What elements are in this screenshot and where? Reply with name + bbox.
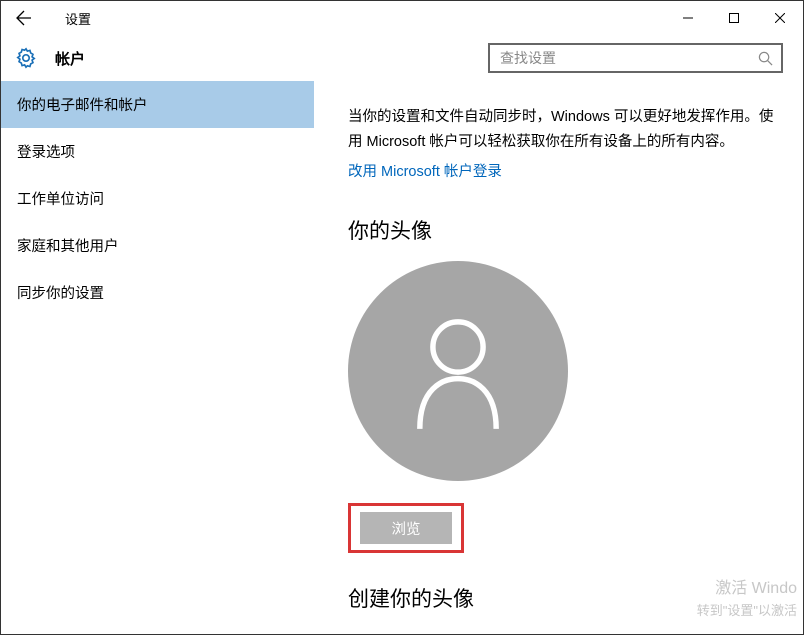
switch-ms-account-link[interactable]: 改用 Microsoft 帐户登录 bbox=[348, 160, 502, 181]
sidebar-item-work-access[interactable]: 工作单位访问 bbox=[1, 175, 314, 222]
close-button[interactable] bbox=[757, 1, 803, 35]
maximize-button[interactable] bbox=[711, 1, 757, 35]
content-area: 你的电子邮件和帐户 登录选项 工作单位访问 家庭和其他用户 同步你的设置 当你的… bbox=[1, 81, 803, 634]
page-title: 帐户 bbox=[55, 48, 85, 69]
sidebar-item-sync-settings[interactable]: 同步你的设置 bbox=[1, 269, 314, 316]
browse-button[interactable]: 浏览 bbox=[360, 512, 452, 544]
sidebar-item-email-accounts[interactable]: 你的电子邮件和帐户 bbox=[1, 81, 314, 128]
sidebar-item-label: 家庭和其他用户 bbox=[17, 235, 119, 256]
titlebar: 设置 bbox=[1, 1, 803, 35]
gear-icon bbox=[15, 47, 37, 69]
sidebar-item-label: 工作单位访问 bbox=[17, 188, 104, 209]
back-button[interactable] bbox=[1, 1, 47, 35]
avatar-heading: 你的头像 bbox=[348, 215, 781, 245]
main-panel: 当你的设置和文件自动同步时，Windows 可以更好地发挥作用。使用 Micro… bbox=[314, 81, 803, 634]
sidebar-item-label: 登录选项 bbox=[17, 141, 75, 162]
window-title: 设置 bbox=[65, 9, 91, 28]
search-input[interactable]: 查找设置 bbox=[488, 43, 783, 73]
minimize-button[interactable] bbox=[665, 1, 711, 35]
person-icon bbox=[403, 311, 513, 431]
search-icon bbox=[758, 51, 773, 66]
header: 帐户 查找设置 bbox=[1, 35, 803, 81]
close-icon bbox=[775, 13, 785, 23]
maximize-icon bbox=[729, 13, 739, 23]
search-placeholder: 查找设置 bbox=[500, 48, 758, 68]
browse-highlight-box: 浏览 bbox=[348, 503, 464, 553]
sidebar-item-label: 你的电子邮件和帐户 bbox=[17, 94, 148, 115]
sidebar: 你的电子邮件和帐户 登录选项 工作单位访问 家庭和其他用户 同步你的设置 bbox=[1, 81, 314, 634]
sidebar-item-family-users[interactable]: 家庭和其他用户 bbox=[1, 222, 314, 269]
description-text: 当你的设置和文件自动同步时，Windows 可以更好地发挥作用。使用 Micro… bbox=[348, 105, 781, 154]
window-controls bbox=[665, 1, 803, 35]
back-arrow-icon bbox=[16, 10, 32, 26]
create-avatar-heading: 创建你的头像 bbox=[348, 583, 781, 613]
sidebar-item-signin-options[interactable]: 登录选项 bbox=[1, 128, 314, 175]
browse-button-label: 浏览 bbox=[392, 518, 421, 539]
minimize-icon bbox=[683, 13, 693, 23]
avatar-placeholder bbox=[348, 261, 568, 481]
sidebar-item-label: 同步你的设置 bbox=[17, 282, 104, 303]
